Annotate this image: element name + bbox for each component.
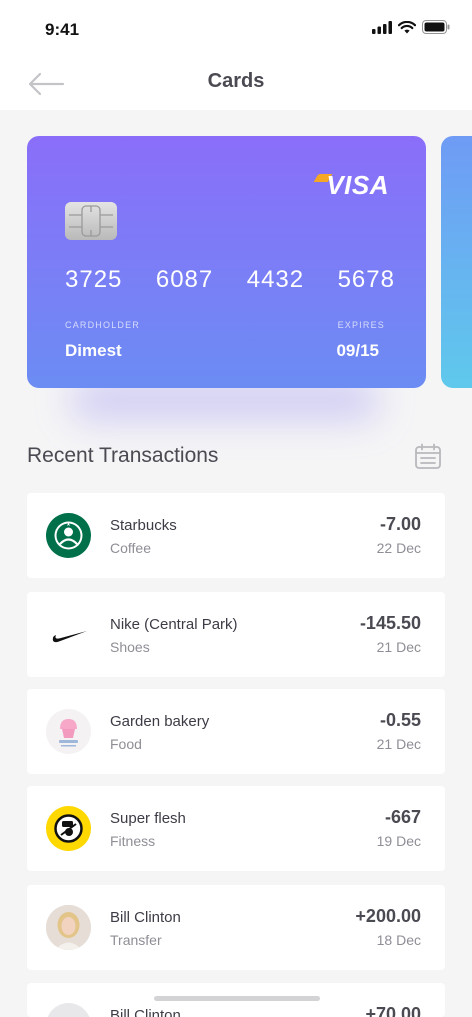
status-time: 9:41 [45,20,80,39]
credit-card[interactable]: VISA 3725 6087 4432 5678 CARDHOLDER Dime… [27,136,426,388]
cardholder-label: CARDHOLDER [65,320,141,330]
signal-icon [372,20,392,34]
avatar [46,1003,91,1017]
next-card-peek[interactable] [441,136,472,388]
chip-icon [69,205,113,237]
transaction-category: Food [110,736,142,752]
calendar-button[interactable] [413,442,443,472]
status-icons [372,20,450,34]
expires-label: EXPIRES [337,320,385,330]
transaction-amount: +70.00 [365,1004,421,1017]
cupcake-logo-icon [46,709,91,754]
transaction-amount: -145.50 [359,613,421,633]
transaction-name: Bill Clinton [110,909,181,926]
cardholder-name: Dimest [65,341,122,360]
transaction-category: Transfer [110,932,162,948]
transaction-row[interactable]: Bill Clinton Transfer +200.00 18 Dec [27,885,445,970]
avatar [46,905,91,950]
transaction-name: Garden bakery [110,713,210,730]
transaction-category: Fitness [110,833,156,849]
card-number-group: 4432 [246,266,305,293]
transaction-category: Shoes [110,639,150,655]
transaction-date: 18 Dec [376,932,421,948]
visa-logo: VISA [326,170,389,200]
home-indicator[interactable] [154,996,320,1001]
expires-date: 09/15 [336,341,379,360]
card-chip [65,202,117,240]
status-bar: 9:41 [0,0,472,56]
transaction-row[interactable]: Starbucks Coffee -7.00 22 Dec [27,493,445,578]
transaction-amount: +200.00 [355,906,421,926]
transaction-date: 22 Dec [376,540,421,556]
card-number: 3725 6087 4432 5678 [65,266,395,294]
transaction-date: 21 Dec [376,736,421,752]
card-number-group: 3725 [65,266,123,293]
transaction-category: Coffee [110,540,151,556]
card-number-group: 6087 [155,266,214,293]
nav-bar: Cards [0,56,472,110]
transaction-row[interactable]: Garden bakery Food -0.55 21 Dec [27,689,445,774]
transaction-row[interactable]: Nike (Central Park) Shoes -145.50 21 Dec [27,592,445,677]
wifi-icon [398,20,416,33]
transaction-amount: -667 [384,807,421,827]
transaction-amount: -7.00 [379,514,421,534]
transaction-date: 21 Dec [376,639,421,655]
nike-logo-icon [46,612,91,657]
transaction-name: Nike (Central Park) [110,616,238,633]
transaction-name: Super flesh [110,810,186,827]
section-title: Recent Transactions [27,444,219,467]
battery-icon [422,20,450,34]
starbucks-logo-icon [46,513,91,558]
transaction-row[interactable]: Super flesh Fitness -667 19 Dec [27,786,445,871]
transaction-date: 19 Dec [376,833,421,849]
transaction-name: Bill Clinton [110,1007,181,1017]
calendar-icon [415,443,441,469]
card-number-group: 5678 [337,266,395,293]
fitness-logo-icon [46,806,91,851]
transaction-name: Starbucks [110,517,177,534]
page-title: Cards [207,70,265,92]
transaction-amount: -0.55 [379,710,421,730]
